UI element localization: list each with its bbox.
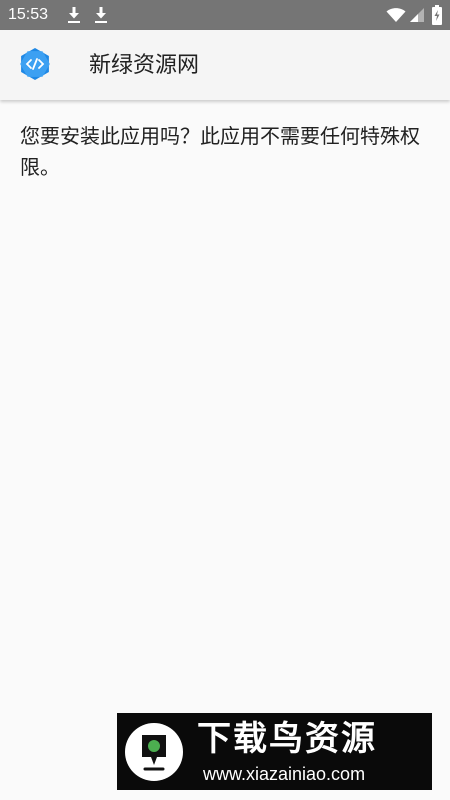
watermark-title: 下载鸟资源 [197, 719, 377, 759]
bird-logo-icon [125, 723, 183, 781]
download-icon [95, 7, 107, 23]
app-header: 新绿资源网 [0, 30, 450, 100]
app-name: 新绿资源网 [89, 53, 200, 78]
watermark-url: www.xiazainiao.com [203, 764, 366, 784]
download-icon [68, 7, 80, 23]
app-code-icon [20, 48, 50, 80]
status-bar: 15:53 [0, 0, 450, 30]
status-time: 15:53 [8, 6, 49, 23]
wifi-icon [386, 8, 406, 22]
watermark-banner: 下载鸟资源 www.xiazainiao.com [117, 713, 432, 790]
battery-charging-icon [432, 5, 442, 25]
install-message: 您要安装此应用吗？此应用不需要任何特殊权限。 [20, 124, 420, 179]
cell-signal-icon [410, 8, 424, 22]
